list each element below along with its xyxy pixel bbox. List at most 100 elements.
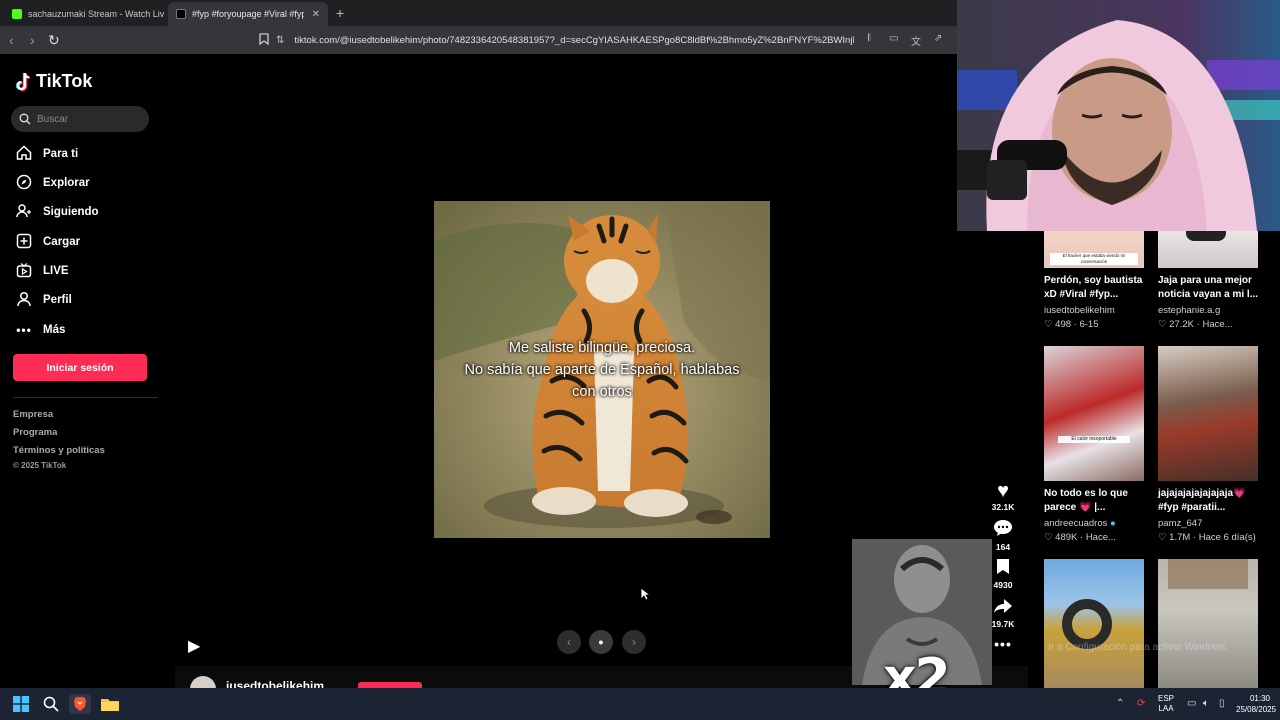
tiktok-logo[interactable]: TikTok — [15, 71, 92, 92]
video-likes: 498 — [1055, 319, 1072, 330]
back-arrow-icon[interactable]: ‹ — [9, 31, 14, 49]
video-author-name: andreecuadros — [1044, 518, 1108, 529]
sidebar-item-explorar[interactable]: Explorar — [15, 171, 90, 195]
windows-taskbar — [0, 688, 1280, 720]
video-meta: ♡ 1.7M · Hace 6 día(s) — [1158, 532, 1256, 543]
video-author[interactable]: estephanie.a.g — [1158, 305, 1220, 316]
copyright: © 2025 TikTok — [13, 461, 67, 470]
comment-icon — [988, 519, 1018, 542]
sidebar-item-para-ti[interactable]: Para ti — [15, 142, 78, 166]
video-author[interactable]: andreecuadros ● — [1044, 518, 1116, 529]
video-meta: ♡ 498 · 6-15 — [1044, 319, 1099, 330]
clock-time: 01:30 — [1249, 694, 1270, 703]
forward-arrow-icon[interactable]: › — [30, 31, 35, 49]
video-caption[interactable]: Perdón, soy bautista xD #Viral #fyp... — [1044, 274, 1152, 302]
sidebar-item-mas[interactable]: ••• Más — [15, 318, 65, 342]
video-thumbnail[interactable] — [1158, 231, 1258, 268]
tiktok-note-icon — [15, 72, 30, 91]
search-input[interactable] — [37, 113, 137, 125]
footer-link-empresa[interactable]: Empresa — [13, 409, 53, 420]
home-icon — [15, 145, 33, 163]
more-options-icon[interactable]: ••• — [988, 636, 1018, 652]
video-caption[interactable]: jajajajajajajajaja💗 #fyp #paratii... — [1158, 487, 1266, 515]
translate-icon[interactable]: 文 — [911, 33, 921, 48]
share-button[interactable]: 19.7K — [988, 597, 1018, 629]
share-icon[interactable]: ⇗ — [934, 33, 942, 44]
photo-caption: Me saliste bilingüe, preciosa. No sabía … — [434, 337, 770, 403]
upload-icon — [15, 233, 33, 252]
sidebar-item-label: Cargar — [43, 236, 81, 248]
keyboard-layout: LAA — [1158, 704, 1174, 713]
play-icon[interactable]: ▶ — [188, 636, 200, 656]
tab-tiktok-post[interactable]: #fyp #foryoupage #Viral #fyp✨ ✕ — [168, 2, 328, 26]
video-date: Hace... — [1085, 532, 1116, 543]
taskbar-clock[interactable]: 01:30 25/08/2025 — [1236, 693, 1276, 715]
comment-button[interactable]: 164 — [988, 519, 1018, 552]
windows-activation-watermark: Ir a Configuración para activar Windows. — [1048, 642, 1229, 653]
save-count: 4930 — [993, 580, 1013, 590]
close-tab-icon[interactable]: ✕ — [312, 9, 320, 20]
video-date: Hace 6 día(s) — [1198, 532, 1256, 543]
video-caption[interactable]: No todo es lo que parece 💗 |... — [1044, 487, 1152, 515]
tray-chevron-icon[interactable]: ⌃ — [1116, 698, 1124, 709]
carousel-dot[interactable]: ● — [589, 630, 613, 654]
thumbnail-boxes — [1168, 559, 1248, 589]
site-info-icon[interactable]: ⇅ — [276, 35, 284, 46]
more-icon: ••• — [16, 323, 32, 337]
thumbnail-text: El hacker que estaba viendo mi conversac… — [1050, 253, 1138, 265]
save-button[interactable]: 4930 — [988, 558, 1018, 590]
video-thumbnail[interactable]: El hacker que estaba viendo mi conversac… — [1044, 231, 1144, 268]
tray-sync-icon[interactable]: ⟳ — [1137, 698, 1145, 709]
taskbar-search-icon[interactable] — [40, 694, 62, 714]
sidebar-item-cargar[interactable]: Cargar — [15, 230, 80, 254]
sidebar-item-label: LIVE — [43, 265, 69, 277]
caption-line: No sabía que aparte de Español, hablabas — [464, 362, 740, 378]
windows-start-icon[interactable] — [10, 694, 32, 714]
sidebar-divider — [13, 397, 158, 398]
new-tab-button[interactable]: + — [336, 6, 344, 20]
video-author[interactable]: iusedtobelikehim — [1044, 305, 1115, 316]
sidebar-item-label: Explorar — [43, 177, 90, 189]
footer-link-programa[interactable]: Programa — [13, 427, 57, 438]
video-thumbnail[interactable] — [1158, 346, 1258, 481]
tab-kick-stream[interactable]: sachauzumaki Stream - Watch Live o — [4, 2, 164, 26]
file-explorer-icon[interactable] — [99, 694, 121, 714]
sidebar-item-label: Para ti — [43, 148, 79, 160]
search-box[interactable] — [11, 106, 149, 132]
sidebar-item-perfil[interactable]: Perfil — [15, 288, 72, 312]
heart-outline-icon: ♡ — [1158, 532, 1167, 543]
live-icon — [15, 262, 33, 281]
footer-link-terminos[interactable]: Términos y políticas — [13, 445, 105, 456]
video-thumbnail[interactable]: El calor insoportable — [1044, 346, 1144, 481]
logo-text: TikTok — [36, 71, 93, 91]
carousel-next-button[interactable]: › — [622, 630, 646, 654]
compass-icon — [15, 174, 33, 193]
heart-icon: ♥ — [997, 480, 1009, 502]
carousel-prev-button[interactable]: ‹ — [557, 630, 581, 654]
video-author[interactable]: pamz_647 — [1158, 518, 1202, 529]
battery-icon[interactable]: ▯ — [1219, 698, 1225, 709]
reload-icon[interactable]: ↻ — [48, 31, 60, 49]
address-bar[interactable]: ⇅ tiktok.com/@iusedtobelikehim/photo/748… — [276, 30, 956, 50]
video-thumbnail[interactable] — [1044, 559, 1144, 688]
video-meta: ♡ 27.2K · Hace... — [1158, 319, 1233, 330]
volume-icon[interactable]: 🔈︎ — [1203, 698, 1209, 709]
login-button[interactable]: Iniciar sesión — [13, 354, 147, 381]
sidebar-item-label: Más — [43, 324, 66, 336]
video-caption[interactable]: Jaja para una mejor noticia vayan a mi l… — [1158, 274, 1266, 302]
bookmark-icon — [988, 558, 1018, 580]
like-button[interactable]: ♥ 32.1K — [988, 480, 1018, 512]
tiktok-favicon-icon — [176, 9, 186, 19]
reader-mode-icon[interactable]: 𝄃 — [868, 33, 870, 44]
video-likes: 27.2K — [1169, 319, 1194, 330]
sidebar-item-siguiendo[interactable]: Siguiendo — [15, 200, 99, 224]
brave-browser-icon[interactable] — [69, 694, 91, 714]
language-indicator[interactable]: ESP LAA — [1158, 694, 1174, 714]
mouse-cursor-icon — [640, 587, 652, 606]
bookmark-icon[interactable] — [259, 33, 269, 48]
network-icon[interactable]: ▭ — [1187, 698, 1196, 709]
following-icon — [15, 203, 33, 222]
video-thumbnail[interactable] — [1158, 559, 1258, 688]
cast-icon[interactable]: ▭ — [889, 33, 898, 44]
sidebar-item-live[interactable]: LIVE — [15, 259, 69, 283]
